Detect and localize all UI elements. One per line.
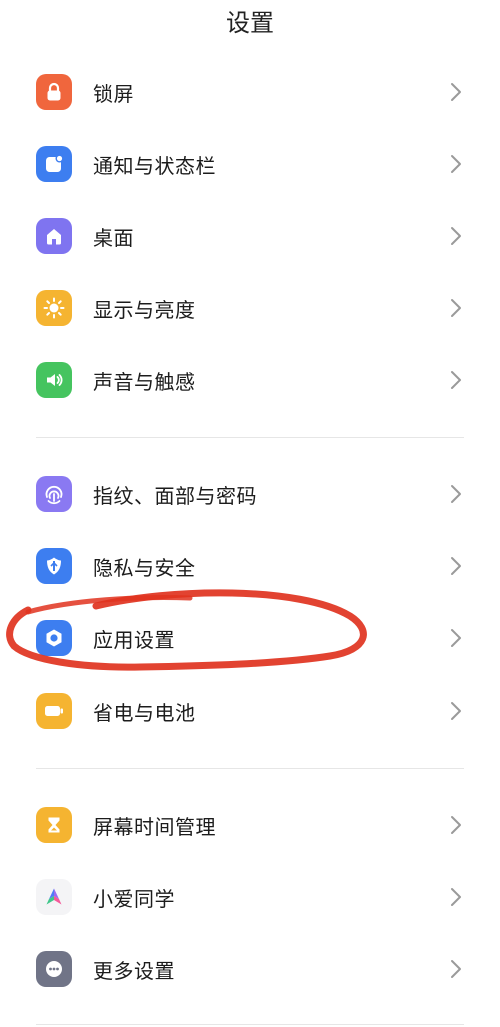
- settings-item-lock-screen[interactable]: 锁屏: [0, 56, 500, 128]
- battery-icon: [36, 693, 72, 729]
- settings-item-label: 小爱同学: [93, 886, 175, 911]
- settings-item-label: 声音与触感: [93, 369, 196, 394]
- settings-item-label: 屏幕时间管理: [93, 814, 216, 839]
- chevron-right-icon: [451, 960, 461, 978]
- settings-item-label: 锁屏: [93, 81, 134, 106]
- chevron-right-icon: [451, 702, 461, 720]
- chevron-right-icon: [451, 816, 461, 834]
- chevron-right-icon: [451, 155, 461, 173]
- settings-item-label: 指纹、面部与密码: [93, 483, 257, 508]
- settings-item-fingerprint[interactable]: 指纹、面部与密码: [0, 458, 500, 530]
- chevron-right-icon: [451, 299, 461, 317]
- settings-item-battery[interactable]: 省电与电池: [0, 675, 500, 747]
- settings-item-label: 更多设置: [93, 958, 175, 983]
- chevron-right-icon: [451, 485, 461, 503]
- settings-item-more[interactable]: 更多设置: [0, 933, 500, 1005]
- chevron-right-icon: [451, 629, 461, 647]
- settings-item-label: 桌面: [93, 225, 134, 250]
- gear-icon: [36, 620, 72, 656]
- title-bar: 设置: [0, 0, 500, 40]
- settings-item-screen-time[interactable]: 屏幕时间管理: [0, 789, 500, 861]
- settings-item-privacy[interactable]: 隐私与安全: [0, 530, 500, 602]
- settings-item-label: 省电与电池: [93, 700, 196, 725]
- settings-screen: 设置 锁屏 通知与状态栏 桌面 显示与亮度 声音与触感 指纹、面部与密码 隐私与…: [0, 0, 500, 1027]
- chevron-right-icon: [451, 557, 461, 575]
- sun-icon: [36, 290, 72, 326]
- home-icon: [36, 218, 72, 254]
- speaker-icon: [36, 362, 72, 398]
- section-divider: [36, 768, 464, 769]
- shield-icon: [36, 548, 72, 584]
- settings-item-label: 通知与状态栏: [93, 153, 216, 178]
- fingerprint-icon: [36, 476, 72, 512]
- section-divider: [36, 437, 464, 438]
- chevron-right-icon: [451, 83, 461, 101]
- notification-icon: [36, 146, 72, 182]
- settings-item-label: 显示与亮度: [93, 297, 196, 322]
- settings-item-app-settings[interactable]: 应用设置: [0, 602, 500, 674]
- settings-item-label: 隐私与安全: [93, 555, 196, 580]
- settings-item-sound[interactable]: 声音与触感: [0, 344, 500, 416]
- settings-item-xiaoai[interactable]: 小爱同学: [0, 861, 500, 933]
- chevron-right-icon: [451, 888, 461, 906]
- settings-item-notifications[interactable]: 通知与状态栏: [0, 128, 500, 200]
- chevron-right-icon: [451, 371, 461, 389]
- settings-item-display[interactable]: 显示与亮度: [0, 272, 500, 344]
- settings-item-label: 应用设置: [93, 627, 175, 652]
- xiaoai-icon: [36, 879, 72, 915]
- chevron-right-icon: [451, 227, 461, 245]
- page-title: 设置: [226, 8, 274, 37]
- hourglass-icon: [36, 807, 72, 843]
- more-icon: [36, 951, 72, 987]
- settings-item-home-screen[interactable]: 桌面: [0, 200, 500, 272]
- lock-icon: [36, 74, 72, 110]
- section-divider: [36, 1024, 464, 1025]
